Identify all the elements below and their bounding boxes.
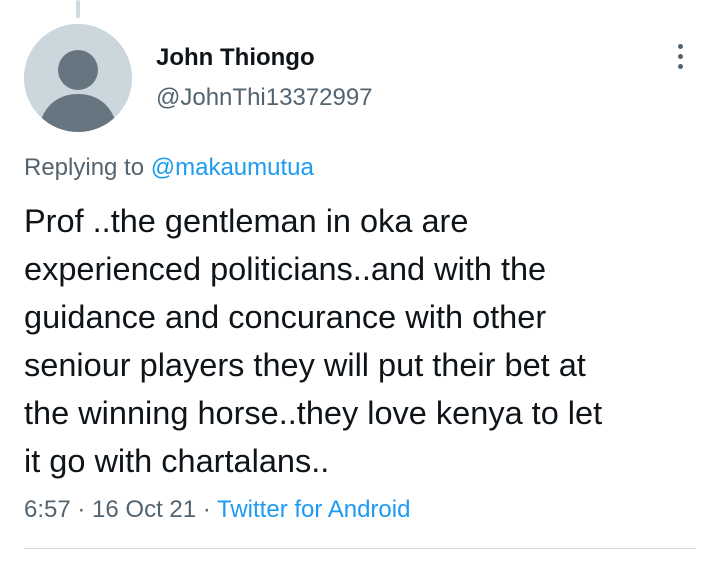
avatar[interactable] bbox=[24, 24, 132, 132]
thread-connector-line bbox=[76, 0, 80, 18]
more-vertical-icon-dot bbox=[677, 63, 683, 69]
tweet-date[interactable]: 16 Oct 21 bbox=[92, 496, 196, 523]
meta-separator: · bbox=[196, 496, 218, 523]
tweet-source-link[interactable]: Twitter for Android bbox=[217, 496, 410, 523]
tweet-text: Prof ..the gentleman in oka are experien… bbox=[24, 203, 603, 479]
default-profile-avatar-icon bbox=[24, 24, 132, 132]
author-handle[interactable]: @JohnThi13372997 bbox=[156, 82, 373, 114]
more-vertical-icon bbox=[677, 43, 683, 49]
divider bbox=[24, 548, 696, 549]
replying-to-mention-link[interactable]: @makaumutua bbox=[151, 154, 314, 181]
more-vertical-icon-dot bbox=[677, 53, 683, 59]
meta-separator: · bbox=[70, 496, 93, 523]
tweet-time[interactable]: 6:57 bbox=[24, 496, 71, 523]
replying-to-label: Replying to bbox=[24, 154, 145, 181]
replying-to: Replying to @makaumutua bbox=[24, 152, 314, 184]
author-info: John Thiongo @JohnThi13372997 bbox=[156, 42, 373, 114]
tweet-meta: 6:57 · 16 Oct 21 · Twitter for Android bbox=[24, 494, 410, 526]
more-options-button[interactable] bbox=[664, 38, 696, 74]
author-display-name[interactable]: John Thiongo bbox=[156, 42, 373, 74]
